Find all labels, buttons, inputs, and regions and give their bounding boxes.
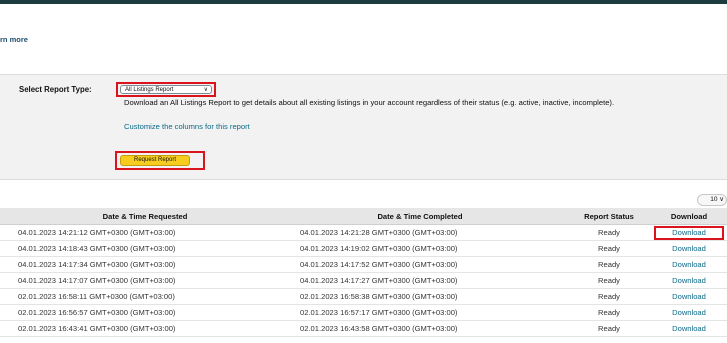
report-type-panel: Select Report Type: All Listings Report …: [0, 74, 727, 180]
table-row: 04.01.2023 14:17:07 GMT+0300 (GMT+03:00)…: [0, 273, 727, 289]
requested-cell: 04.01.2023 14:17:07 GMT+0300 (GMT+03:00): [18, 276, 176, 285]
request-highlight-box: Request Report: [115, 151, 205, 170]
table-row: 02.01.2023 16:43:41 GMT+0300 (GMT+03:00)…: [0, 321, 727, 337]
select-report-type-label: Select Report Type:: [19, 85, 92, 94]
status-cell: Ready: [598, 292, 620, 301]
col-header-status: Report Status: [584, 211, 634, 221]
status-cell: Ready: [598, 260, 620, 269]
download-link[interactable]: Download: [654, 289, 724, 304]
col-header-completed: Date & Time Completed: [377, 211, 463, 221]
learn-more-link[interactable]: rn more: [0, 35, 28, 44]
status-cell: Ready: [598, 276, 620, 285]
completed-cell: 02.01.2023 16:57:17 GMT+0300 (GMT+03:00): [300, 308, 458, 317]
completed-cell: 04.01.2023 14:21:28 GMT+0300 (GMT+03:00): [300, 228, 458, 237]
download-link[interactable]: Download: [654, 273, 724, 288]
table-row: 02.01.2023 16:58:11 GMT+0300 (GMT+03:00)…: [0, 289, 727, 305]
completed-cell: 02.01.2023 16:58:38 GMT+0300 (GMT+03:00): [300, 292, 458, 301]
report-description: Download an All Listings Report to get d…: [124, 98, 615, 107]
customize-columns-link[interactable]: Customize the columns for this report: [124, 122, 250, 131]
completed-cell: 04.01.2023 14:19:02 GMT+0300 (GMT+03:00): [300, 244, 458, 253]
completed-cell: 02.01.2023 16:43:58 GMT+0300 (GMT+03:00): [300, 324, 458, 333]
select-highlight-box: All Listings Report ∨: [116, 82, 216, 97]
reports-table: Date & Time Requested Date & Time Comple…: [0, 208, 727, 337]
col-header-download: Download: [670, 211, 708, 221]
table-header: Date & Time Requested Date & Time Comple…: [0, 208, 727, 225]
table-row: 02.01.2023 16:56:57 GMT+0300 (GMT+03:00)…: [0, 305, 727, 321]
col-header-requested: Date & Time Requested: [102, 211, 188, 221]
request-report-button[interactable]: Request Report: [120, 155, 190, 166]
table-row: 04.01.2023 14:18:43 GMT+0300 (GMT+03:00)…: [0, 241, 727, 257]
completed-cell: 04.01.2023 14:17:52 GMT+0300 (GMT+03:00): [300, 260, 458, 269]
chevron-down-icon: ∨: [203, 87, 208, 93]
top-bar: [0, 0, 727, 4]
requested-cell: 02.01.2023 16:56:57 GMT+0300 (GMT+03:00): [18, 308, 176, 317]
requested-cell: 02.01.2023 16:58:11 GMT+0300 (GMT+03:00): [18, 292, 175, 301]
download-link[interactable]: Download: [654, 241, 724, 256]
status-cell: Ready: [598, 324, 620, 333]
page-size-select[interactable]: 10 ∨: [697, 194, 727, 206]
requested-cell: 04.01.2023 14:18:43 GMT+0300 (GMT+03:00): [18, 244, 176, 253]
download-link[interactable]: Download: [654, 305, 724, 320]
status-cell: Ready: [598, 244, 620, 253]
requested-cell: 02.01.2023 16:43:41 GMT+0300 (GMT+03:00): [18, 324, 176, 333]
download-link[interactable]: Download: [654, 225, 724, 240]
download-link[interactable]: Download: [654, 257, 724, 272]
report-type-select-value: All Listings Report: [125, 87, 174, 93]
completed-cell: 04.01.2023 14:17:27 GMT+0300 (GMT+03:00): [300, 276, 458, 285]
table-row: 04.01.2023 14:21:12 GMT+0300 (GMT+03:00)…: [0, 225, 727, 241]
status-cell: Ready: [598, 228, 620, 237]
download-link[interactable]: Download: [654, 321, 724, 336]
requested-cell: 04.01.2023 14:21:12 GMT+0300 (GMT+03:00): [18, 228, 176, 237]
status-cell: Ready: [598, 308, 620, 317]
table-row: 04.01.2023 14:17:34 GMT+0300 (GMT+03:00)…: [0, 257, 727, 273]
report-type-select[interactable]: All Listings Report ∨: [120, 85, 212, 94]
requested-cell: 04.01.2023 14:17:34 GMT+0300 (GMT+03:00): [18, 260, 176, 269]
